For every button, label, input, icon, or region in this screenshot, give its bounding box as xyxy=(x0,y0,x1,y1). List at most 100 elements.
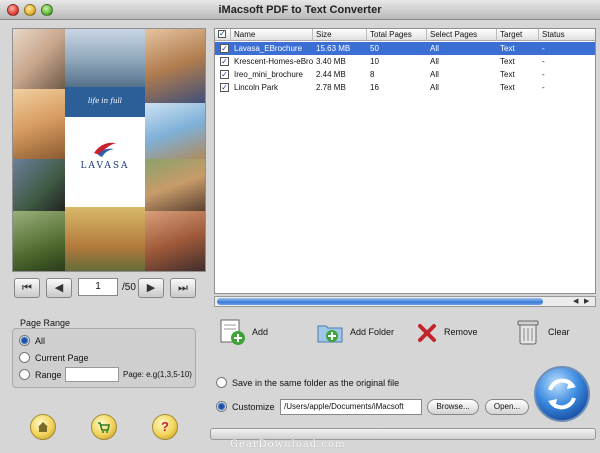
table-cell-size: 3.40 MB xyxy=(316,57,346,66)
table-cell-status: - xyxy=(542,83,545,92)
range-all-radio[interactable] xyxy=(19,335,30,346)
table-row[interactable]: ✓ Lavasa_EBrochure 15.63 MB 50 All Text - xyxy=(215,42,595,55)
last-page-icon: ⏭ xyxy=(178,282,188,294)
table-cell-pages: 16 xyxy=(370,83,379,92)
remove-icon xyxy=(418,324,436,342)
same-folder-radio[interactable] xyxy=(216,377,227,388)
preview-photo xyxy=(13,159,65,211)
table-cell-target: Text xyxy=(500,70,515,79)
table-row[interactable]: ✓ Lincoln Park 2.78 MB 16 All Text - xyxy=(215,81,595,94)
brochure-logo-text: LAVASA xyxy=(80,161,130,171)
row-checkbox[interactable]: ✓ xyxy=(220,70,229,79)
table-cell-select: All xyxy=(430,57,439,66)
add-button-label: Add xyxy=(252,327,269,337)
home-button[interactable] xyxy=(30,414,56,440)
title-bar: iMacsoft PDF to Text Converter xyxy=(0,0,600,20)
page-range-group: All Current Page Range Page: e.g(1,3,5-1… xyxy=(12,328,196,388)
page-navigation: ⏮ ◀ 1 /50 ▶ ⏭ xyxy=(12,276,206,300)
table-cell-name: Ireo_mini_brochure xyxy=(234,70,303,79)
column-header[interactable]: Select Pages xyxy=(427,29,497,41)
file-table: ✓ Name Size Total Pages Select Pages Tar… xyxy=(214,28,596,294)
table-header: ✓ Name Size Total Pages Select Pages Tar… xyxy=(215,29,595,41)
previous-page-icon: ◀ xyxy=(54,282,64,294)
table-cell-target: Text xyxy=(500,44,515,53)
preview-photo xyxy=(145,29,205,103)
output-path-field[interactable]: /Users/apple/Documents/iMacsoft xyxy=(280,399,422,415)
preview-photo xyxy=(65,29,145,87)
row-checkbox[interactable]: ✓ xyxy=(220,83,229,92)
browse-button[interactable]: Browse... xyxy=(427,399,479,415)
select-all-checkbox[interactable]: ✓ xyxy=(218,30,226,38)
table-cell-name: Lavasa_EBrochure xyxy=(234,44,303,53)
table-cell-select: All xyxy=(430,44,439,53)
scrollbar-thumb[interactable] xyxy=(217,298,543,305)
customize-radio[interactable] xyxy=(216,401,227,412)
range-custom-option[interactable]: Range xyxy=(19,369,62,380)
table-cell-status: - xyxy=(542,44,545,53)
table-cell-select: All xyxy=(430,70,439,79)
last-page-button[interactable]: ⏭ xyxy=(170,278,196,298)
first-page-button[interactable]: ⏮ xyxy=(14,278,40,298)
table-cell-pages: 10 xyxy=(370,57,379,66)
table-cell-size: 15.63 MB xyxy=(316,44,351,53)
header-checkbox-col: ✓ xyxy=(215,29,231,41)
table-horizontal-scrollbar[interactable]: ◀ ▶ xyxy=(214,296,596,307)
preview-photo xyxy=(13,211,65,271)
buy-button[interactable] xyxy=(91,414,117,440)
customize-option[interactable]: Customize xyxy=(216,401,275,412)
first-page-icon: ⏮ xyxy=(22,282,32,294)
table-cell-status: - xyxy=(542,70,545,79)
add-button[interactable]: Add xyxy=(218,318,268,346)
lavasa-logo-icon xyxy=(94,142,116,157)
range-current-radio[interactable] xyxy=(19,352,30,363)
page-number-input[interactable]: 1 xyxy=(78,278,118,296)
row-checkbox[interactable]: ✓ xyxy=(220,57,229,66)
preview-photo xyxy=(13,89,65,159)
column-header[interactable]: Target xyxy=(497,29,539,41)
range-all-option[interactable]: All xyxy=(19,335,45,346)
next-page-button[interactable]: ▶ xyxy=(138,278,164,298)
window-title: iMacsoft PDF to Text Converter xyxy=(218,4,382,16)
convert-icon xyxy=(548,378,576,410)
watermark: GearDownload.com xyxy=(230,439,346,450)
scroll-left-icon[interactable]: ◀ xyxy=(573,297,578,305)
scroll-right-icon[interactable]: ▶ xyxy=(584,297,589,305)
brochure-logo: LAVASA xyxy=(65,137,145,171)
column-header[interactable]: Total Pages xyxy=(367,29,427,41)
previous-page-button[interactable]: ◀ xyxy=(46,278,72,298)
page-range-label: Page Range xyxy=(20,318,71,328)
table-row[interactable]: ✓ Krescent-Homes-eBroc 3.40 MB 10 All Text - xyxy=(215,55,595,68)
table-cell-pages: 8 xyxy=(370,70,375,79)
range-custom-label: Range xyxy=(35,369,62,380)
add-folder-icon xyxy=(317,325,343,343)
table-cell-target: Text xyxy=(500,83,515,92)
preview-photo xyxy=(13,29,65,89)
open-button[interactable]: Open... xyxy=(485,399,529,415)
clear-button[interactable]: Clear xyxy=(514,318,570,346)
range-custom-radio[interactable] xyxy=(19,369,30,380)
range-input[interactable] xyxy=(65,367,119,382)
table-row[interactable]: ✓ Ireo_mini_brochure 2.44 MB 8 All Text - xyxy=(215,68,595,81)
range-current-option[interactable]: Current Page xyxy=(19,352,89,363)
help-button[interactable]: ? xyxy=(152,414,178,440)
column-header[interactable]: Status xyxy=(539,29,595,41)
column-header[interactable]: Size xyxy=(313,29,367,41)
next-page-icon: ▶ xyxy=(146,282,156,294)
same-folder-option[interactable]: Save in the same folder as the original … xyxy=(216,377,399,388)
remove-button-label: Remove xyxy=(444,327,478,337)
table-cell-name: Krescent-Homes-eBroc xyxy=(234,57,313,66)
brochure-tagline: life in full xyxy=(65,87,145,117)
trash-icon xyxy=(517,320,539,345)
column-header[interactable]: Name xyxy=(231,29,313,41)
remove-button[interactable]: Remove xyxy=(416,318,478,346)
table-cell-status: - xyxy=(542,57,545,66)
table-cell-size: 2.78 MB xyxy=(316,83,346,92)
customize-label: Customize xyxy=(232,401,275,412)
add-folder-button[interactable]: Add Folder xyxy=(316,318,394,346)
cart-icon xyxy=(98,422,110,433)
add-folder-button-label: Add Folder xyxy=(350,327,395,337)
preview-photo xyxy=(145,159,205,211)
convert-button[interactable] xyxy=(534,366,590,422)
row-checkbox[interactable]: ✓ xyxy=(220,44,229,53)
same-folder-label: Save in the same folder as the original … xyxy=(232,377,400,388)
